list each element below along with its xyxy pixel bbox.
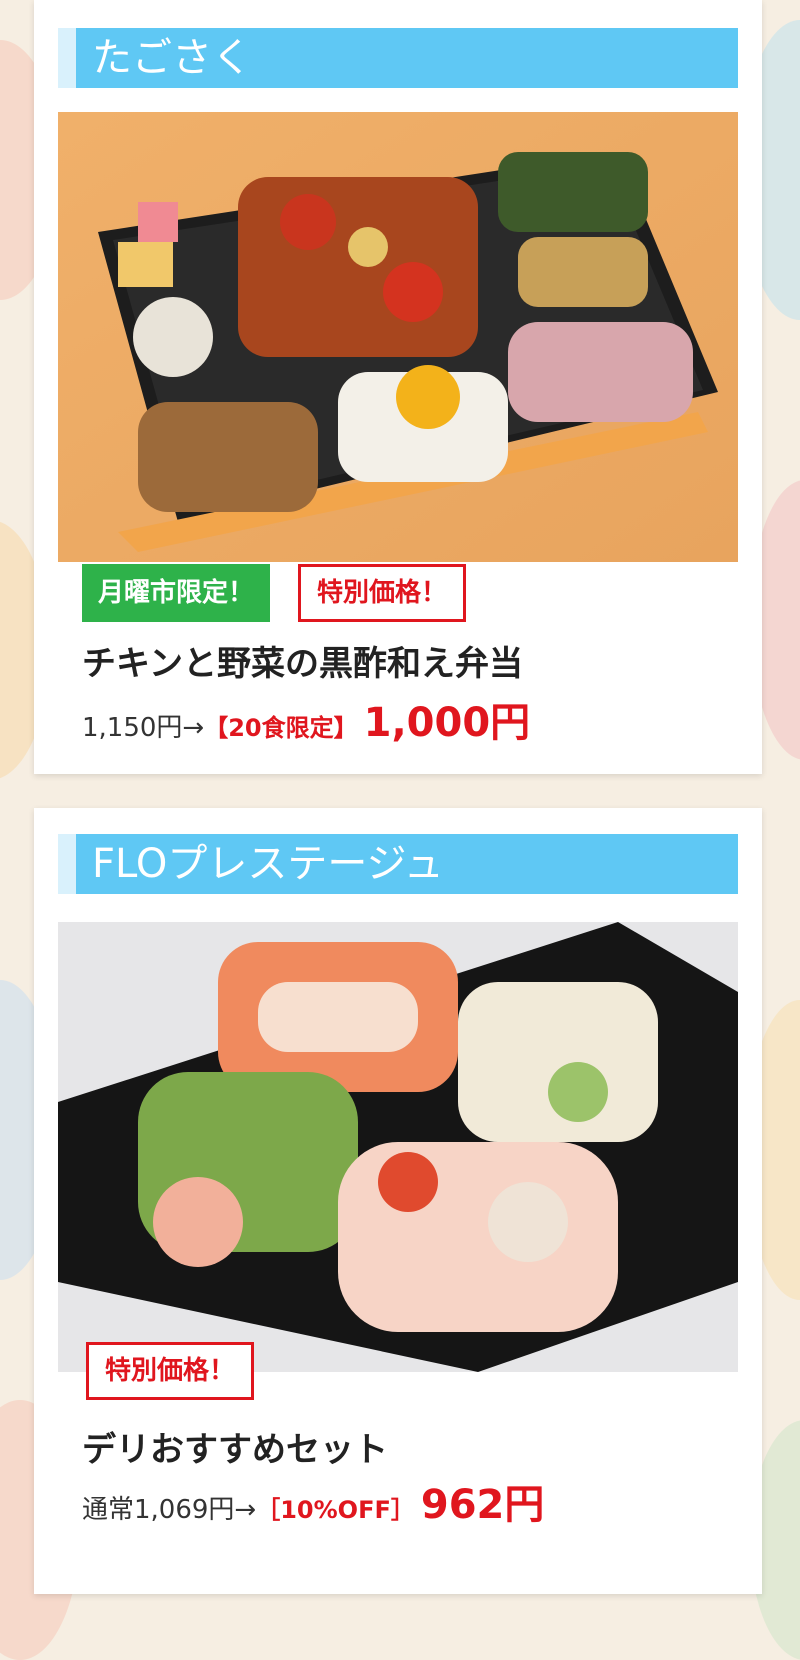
regular-price: 通常1,069円→ bbox=[82, 1495, 257, 1525]
price-line: 通常1,069円→［10%OFF］ 962円 bbox=[82, 1472, 544, 1530]
product-name: チキンと野菜の黒酢和え弁当 bbox=[82, 644, 523, 684]
regular-price: 1,150円→ bbox=[82, 713, 205, 743]
limit-tag: 【20食限定】 bbox=[204, 714, 358, 742]
badge-monday-limited: 月曜市限定！ bbox=[82, 564, 271, 622]
discount-tag: ［10%OFF］ bbox=[256, 1496, 415, 1524]
shop-card-flo-prestige: FLOプレステージュ 特別価格！ デリおすすめセット 通常1,069円→［10%… bbox=[34, 808, 762, 1594]
deli-photo bbox=[58, 922, 738, 1372]
shop-name: FLOプレステージュ bbox=[92, 841, 444, 887]
badge-special-price: 特別価格！ bbox=[298, 564, 467, 622]
shop-card-tagosaku: たごさく 月曜市限定！ 特別価格！ チキンと野菜の黒酢和え弁当 1,150円→【… bbox=[34, 0, 762, 774]
shop-header: たごさく bbox=[58, 28, 738, 88]
shop-name: たごさく bbox=[92, 35, 252, 81]
shop-header: FLOプレステージュ bbox=[58, 834, 738, 894]
badge-special-price: 特別価格！ bbox=[86, 1342, 255, 1400]
product-name: デリおすすめセット bbox=[82, 1430, 388, 1470]
bento-photo bbox=[58, 112, 738, 562]
sale-price: 962円 bbox=[420, 1482, 545, 1528]
sale-price: 1,000円 bbox=[363, 700, 531, 746]
price-line: 1,150円→【20食限定】 1,000円 bbox=[82, 690, 530, 748]
